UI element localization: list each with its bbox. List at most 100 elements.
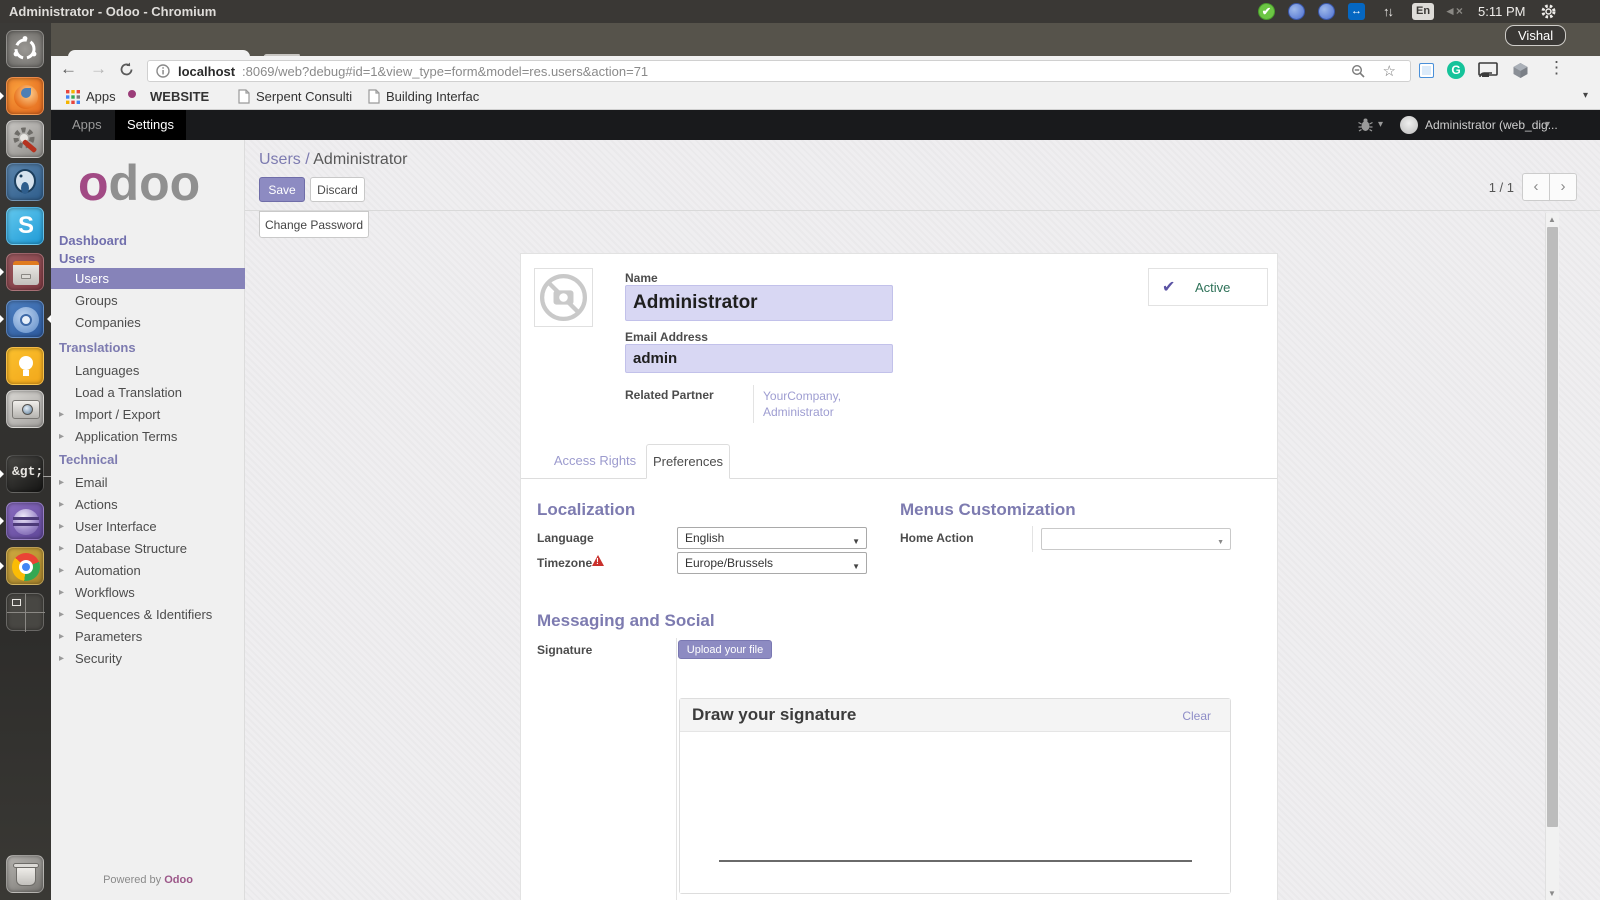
bookmark-apps[interactable]: Apps	[86, 85, 116, 109]
sidebar-item-application-terms[interactable]: ▸ Application Terms	[51, 426, 245, 447]
sidebar-item-groups[interactable]: Groups	[51, 290, 245, 311]
debug-bug-icon[interactable]	[1358, 118, 1373, 135]
field-separator	[676, 638, 677, 900]
launcher-skype[interactable]: S	[6, 207, 44, 245]
cube-extension-icon[interactable]	[1512, 62, 1529, 82]
discard-button[interactable]: Discard	[310, 177, 365, 202]
sidebar-link-users[interactable]: Users	[59, 251, 95, 266]
scrollbar-up-arrow[interactable]: ▲	[1548, 215, 1556, 224]
signature-draw-area[interactable]	[680, 732, 1230, 893]
sidebar-item-automation[interactable]: ▸ Automation	[51, 560, 245, 581]
checkbox-check-icon[interactable]: ✔	[1162, 277, 1175, 297]
session-user-chip[interactable]: Vishal	[1505, 25, 1567, 46]
page-scrollbar[interactable]: ▲ ▼	[1545, 213, 1559, 900]
sidebar-item-workflows[interactable]: ▸ Workflows	[51, 582, 245, 603]
window-titlebar: Administrator - Odoo - Chromium ✔ ↔ ↑↓ E…	[0, 0, 1600, 46]
select-caret-icon: ▼	[852, 562, 860, 571]
scrollbar-down-arrow[interactable]: ▼	[1548, 889, 1556, 898]
screenshot-extension-icon[interactable]	[1419, 63, 1434, 78]
launcher-system-settings[interactable]	[6, 120, 44, 158]
tab-access-rights[interactable]: Access Rights	[550, 444, 640, 478]
session-gear-icon[interactable]	[1540, 3, 1557, 20]
sidebar-item-email[interactable]: ▸ Email	[51, 472, 245, 493]
launcher-chrome[interactable]	[6, 547, 44, 585]
user-menu-caret-icon[interactable]: ▾	[1545, 110, 1550, 140]
running-indicator	[0, 562, 4, 570]
nav-item-settings[interactable]: Settings	[115, 110, 186, 140]
url-host: localhost	[178, 64, 236, 79]
volume-muted-icon[interactable]: ◄×	[1444, 0, 1463, 23]
chromium-tray-icon[interactable]	[1318, 3, 1335, 20]
pager-next-button[interactable]: ›	[1549, 173, 1577, 201]
chromium-tray-icon[interactable]	[1288, 3, 1305, 20]
launcher-ubuntu-dash[interactable]	[6, 30, 44, 68]
site-info-icon[interactable]	[156, 64, 170, 81]
email-input[interactable]: admin	[625, 344, 893, 373]
user-avatar[interactable]	[1400, 116, 1418, 134]
teamviewer-tray-icon[interactable]: ↔	[1348, 3, 1365, 20]
skype-status-icon[interactable]: ✔	[1258, 3, 1275, 20]
sidebar-item-user-interface[interactable]: ▸ User Interface	[51, 516, 245, 537]
bookmark-website[interactable]: WEBSITE	[150, 85, 209, 109]
network-arrows-icon[interactable]: ↑↓	[1383, 0, 1394, 23]
forward-button[interactable]: →	[90, 59, 107, 79]
launcher-chromium[interactable]	[6, 300, 44, 338]
sidebar-item-languages[interactable]: Languages	[51, 360, 245, 381]
home-action-combo[interactable]: ▼	[1041, 528, 1231, 550]
upload-file-button[interactable]: Upload your file	[678, 640, 772, 659]
sidebar-item-companies[interactable]: Companies	[51, 312, 245, 333]
page-icon	[368, 89, 380, 107]
timezone-select[interactable]: Europe/Brussels ▼	[677, 552, 867, 574]
name-input[interactable]: Administrator	[625, 285, 893, 321]
bookmarks-overflow-caret-icon[interactable]: ▾	[1583, 90, 1588, 101]
bookmark-building[interactable]: Building Interfac	[386, 85, 479, 109]
bookmark-star-icon[interactable]: ☆	[1383, 62, 1396, 80]
back-button[interactable]: ←	[60, 59, 77, 79]
zoom-out-icon[interactable]	[1351, 64, 1366, 82]
sidebar-item-import-export[interactable]: ▸ Import / Export	[51, 404, 245, 425]
sidebar-item-security[interactable]: ▸ Security	[51, 648, 245, 669]
bookmark-serpent[interactable]: Serpent Consulti	[256, 85, 352, 109]
breadcrumb-current: Administrator	[313, 151, 408, 168]
signature-clear-link[interactable]: Clear	[1182, 709, 1211, 723]
tab-preferences[interactable]: Preferences	[646, 444, 730, 479]
change-password-button[interactable]: Change Password	[259, 211, 369, 238]
launcher-google-keep[interactable]	[6, 347, 44, 385]
keyboard-layout-indicator[interactable]: En	[1412, 3, 1435, 20]
breadcrumb-users[interactable]: Users	[259, 151, 301, 168]
launcher-eclipse[interactable]	[6, 502, 44, 540]
address-bar[interactable]: localhost :8069/web?debug#id=1&view_type…	[147, 60, 1411, 82]
save-button[interactable]: Save	[259, 177, 305, 202]
select-caret-icon: ▼	[1217, 539, 1224, 546]
launcher-postgresql[interactable]	[6, 163, 44, 201]
sidebar-item-actions[interactable]: ▸ Actions	[51, 494, 245, 515]
launcher-firefox[interactable]	[6, 77, 44, 115]
sidebar-item-parameters[interactable]: ▸ Parameters	[51, 626, 245, 647]
launcher-workspace-switcher[interactable]	[6, 593, 45, 632]
scrollbar-thumb[interactable]	[1547, 227, 1558, 827]
launcher-camera[interactable]	[6, 390, 44, 428]
cast-extension-icon[interactable]	[1478, 62, 1498, 81]
sidebar-item-database-structure[interactable]: ▸ Database Structure	[51, 538, 245, 559]
language-select[interactable]: English ▼	[677, 527, 867, 549]
grammarly-extension-icon[interactable]: G	[1447, 61, 1465, 79]
active-checkbox-group[interactable]: ✔ Active	[1148, 268, 1268, 306]
odoo-brand-link[interactable]: Odoo	[164, 874, 193, 886]
pager-prev-button[interactable]: ‹	[1522, 173, 1550, 201]
debug-caret-icon[interactable]: ▾	[1378, 110, 1383, 140]
launcher-file-archive[interactable]	[6, 253, 44, 291]
browser-menu-icon[interactable]: ⋮	[1548, 58, 1565, 78]
clock[interactable]: 5:11 PM	[1478, 0, 1525, 23]
sidebar-item-users[interactable]: Users	[51, 268, 245, 289]
launcher-trash[interactable]	[6, 855, 44, 893]
user-menu[interactable]: Administrator (web_dig...	[1425, 110, 1558, 140]
sidebar-link-dashboard[interactable]: Dashboard	[59, 233, 127, 248]
nav-item-apps[interactable]: Apps	[72, 110, 102, 140]
user-photo-placeholder[interactable]	[534, 268, 593, 327]
sidebar-item-sequences[interactable]: ▸ Sequences & Identifiers	[51, 604, 245, 625]
sidebar-item-load-translation[interactable]: Load a Translation	[51, 382, 245, 403]
odoo-top-nav: Apps Settings ▾ Administrator (web_dig..…	[0, 110, 1600, 140]
reload-button[interactable]	[118, 61, 135, 81]
related-partner-link[interactable]: YourCompany, Administrator	[763, 388, 871, 420]
launcher-terminal[interactable]: &gt;_	[6, 455, 51, 493]
